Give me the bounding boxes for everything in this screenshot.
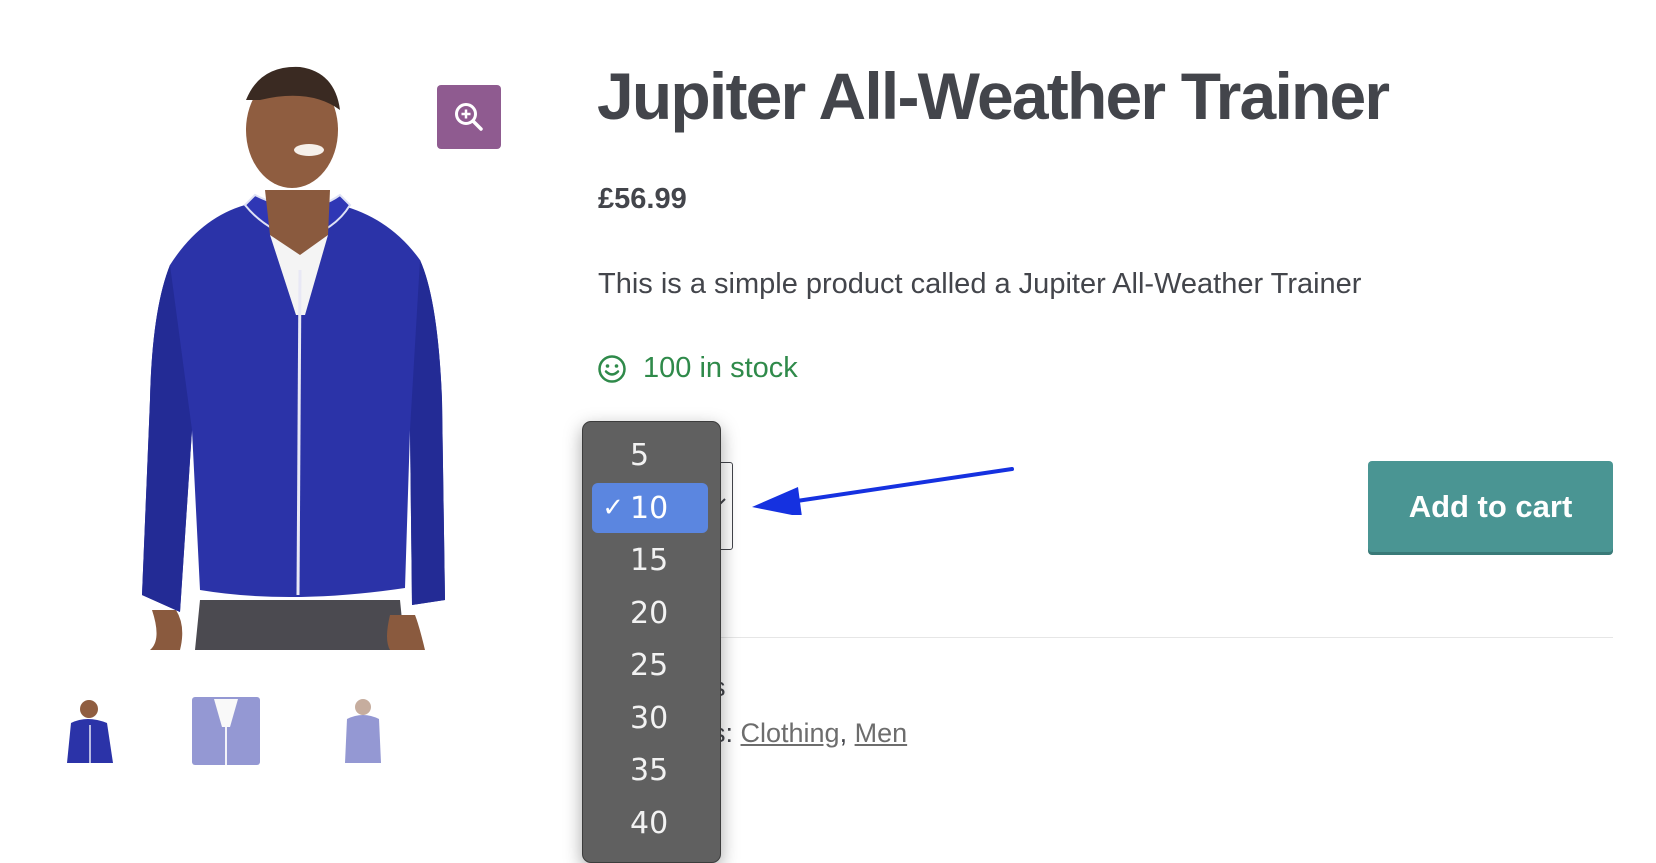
product-price: £56.99 bbox=[598, 183, 687, 215]
dropdown-option-40[interactable]: 40 bbox=[592, 798, 708, 848]
category-separator: , bbox=[839, 718, 855, 748]
dropdown-option-25[interactable]: 25 bbox=[592, 640, 708, 690]
dropdown-option-30[interactable]: 30 bbox=[592, 693, 708, 743]
annotation-arrow bbox=[752, 467, 1014, 515]
quantity-dropdown-menu[interactable]: 5 ✓ 10 15 20 25 30 35 40 bbox=[582, 421, 721, 863]
divider bbox=[720, 637, 1613, 638]
zoom-button[interactable] bbox=[437, 85, 501, 149]
dropdown-option-20[interactable]: 20 bbox=[592, 588, 708, 638]
product-main-image[interactable] bbox=[60, 40, 500, 650]
product-description: This is a simple product called a Jupite… bbox=[598, 268, 1362, 300]
thumbnail-detail[interactable] bbox=[192, 697, 260, 765]
categories-row: s: Clothing, Men bbox=[712, 718, 907, 749]
add-to-cart-button[interactable]: Add to cart bbox=[1368, 461, 1613, 552]
thumbnail-front[interactable] bbox=[57, 697, 125, 765]
product-title: Jupiter All-Weather Trainer bbox=[597, 59, 1390, 133]
thumbnail-back[interactable] bbox=[329, 697, 397, 765]
magnify-plus-icon bbox=[455, 103, 483, 131]
dropdown-option-35[interactable]: 35 bbox=[592, 745, 708, 795]
dropdown-option-15[interactable]: 15 bbox=[592, 535, 708, 585]
category-link-clothing[interactable]: Clothing bbox=[741, 718, 840, 748]
stock-status: 100 in stock bbox=[597, 352, 798, 385]
checkmark-icon: ✓ bbox=[602, 493, 624, 523]
smiley-icon bbox=[598, 354, 626, 383]
dropdown-option-5[interactable]: 5 bbox=[592, 430, 708, 480]
category-link-men[interactable]: Men bbox=[855, 718, 908, 748]
dropdown-option-10-selected[interactable]: ✓ 10 bbox=[592, 483, 708, 533]
stock-text: 100 in stock bbox=[643, 352, 798, 384]
